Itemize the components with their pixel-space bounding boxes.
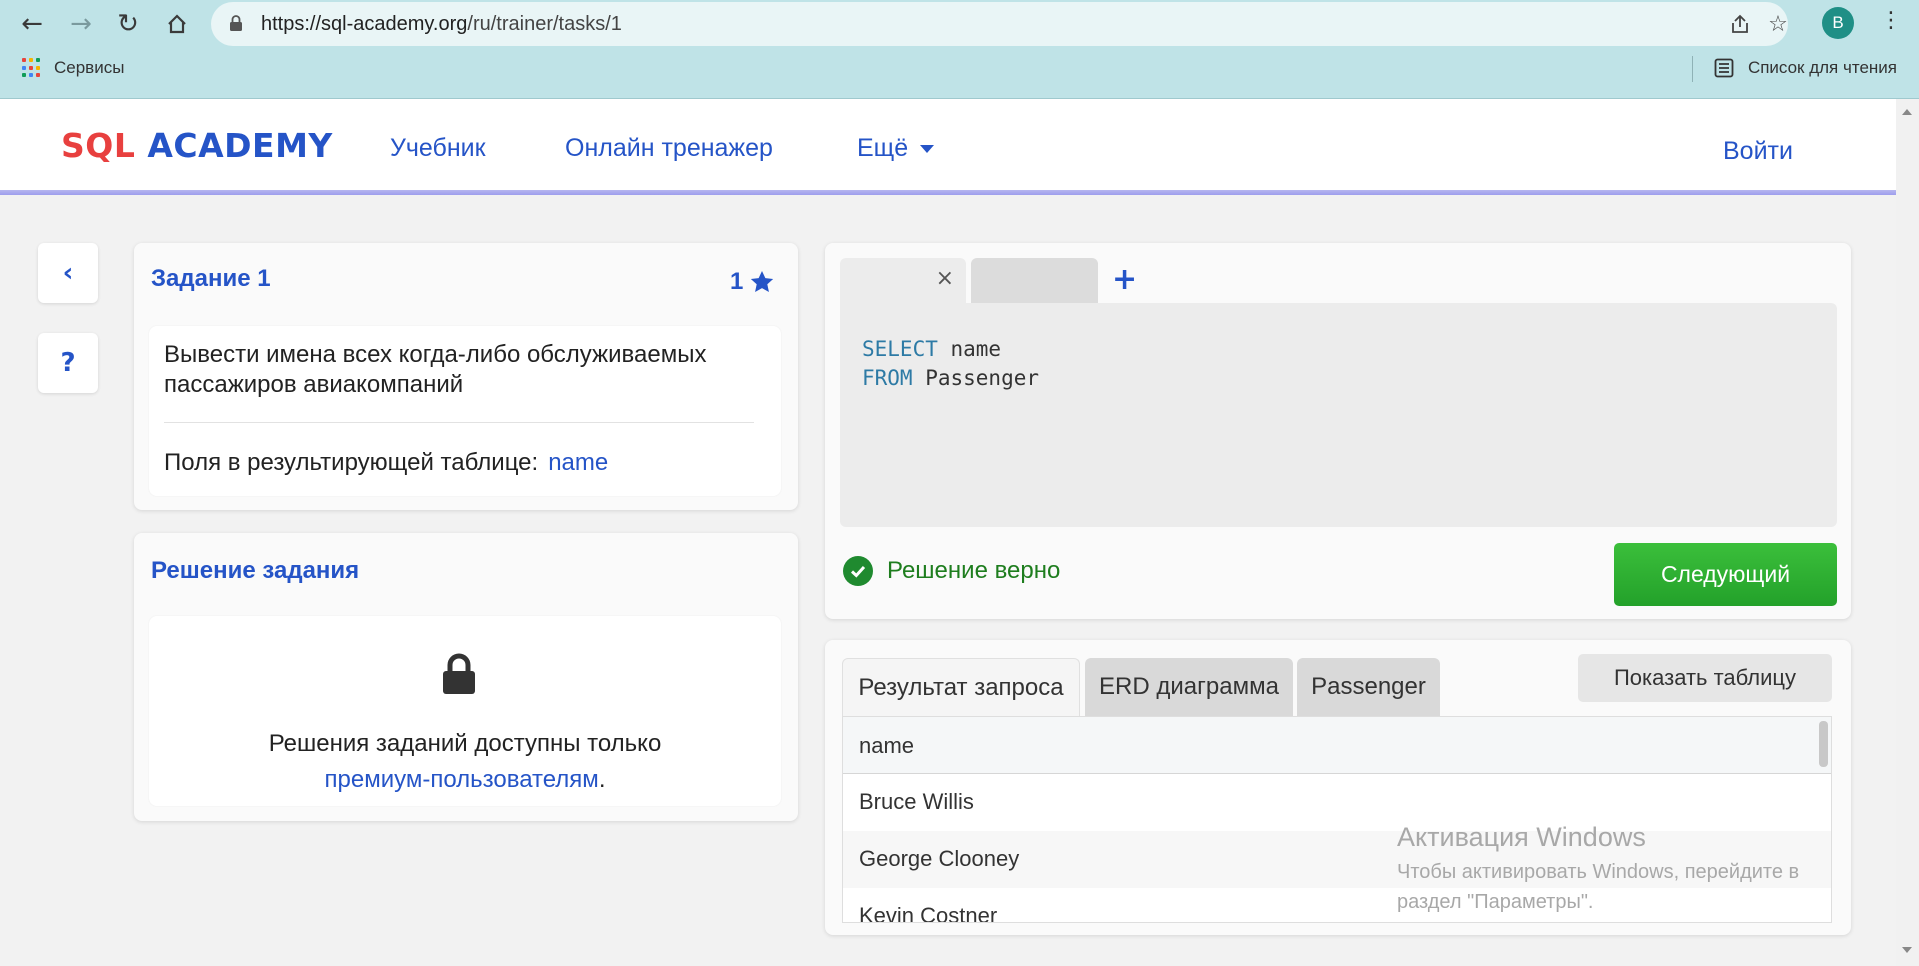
- login-link[interactable]: Войти: [1723, 137, 1793, 166]
- task-card: Задание 1 Вывести имена всех когда-либо …: [134, 243, 798, 510]
- url-text[interactable]: https://sql-academy.org/ru/trainer/tasks…: [261, 13, 622, 36]
- forward-icon[interactable]: →: [64, 7, 98, 41]
- solution-body: Решения заданий доступны только премиум-…: [149, 616, 781, 806]
- task-rating: 1: [730, 268, 775, 296]
- page-scrollbar[interactable]: [1896, 99, 1919, 966]
- watermark-line-2: раздел "Параметры".: [1397, 891, 1594, 913]
- scroll-up-icon[interactable]: [1902, 109, 1912, 115]
- rating-value: 1: [730, 268, 744, 295]
- premium-link[interactable]: премиум-пользователям: [325, 766, 599, 793]
- bookmark-divider: [1692, 56, 1693, 82]
- tab-query-result[interactable]: Результат запроса: [842, 658, 1080, 716]
- premium-notice-text: Решения заданий доступны только: [268, 730, 662, 757]
- task-field-name: name: [548, 449, 609, 476]
- close-icon[interactable]: ×: [936, 266, 954, 291]
- task-title: Задание 1: [151, 265, 271, 292]
- home-icon[interactable]: [160, 7, 194, 41]
- reading-list-icon: [1714, 58, 1734, 78]
- tab-passenger[interactable]: Passenger: [1297, 658, 1440, 716]
- column-header-name[interactable]: name: [843, 717, 1831, 774]
- solution-status: Решение верно: [843, 556, 1060, 586]
- task-fields-label: Поля в результирующей таблице:: [164, 449, 539, 476]
- question-icon: ?: [60, 348, 76, 378]
- bookmark-services[interactable]: Сервисы: [22, 58, 124, 78]
- editor-tab-2[interactable]: [971, 258, 1098, 303]
- help-button[interactable]: ?: [38, 333, 98, 393]
- reload-icon[interactable]: ↻: [111, 7, 145, 41]
- site-logo[interactable]: SQL ACADEMY: [61, 126, 333, 165]
- site-header: SQL ACADEMY Учебник Онлайн тренажер Ещё …: [0, 99, 1896, 195]
- caret-down-icon: [920, 145, 935, 154]
- premium-notice-period: .: [598, 766, 606, 793]
- task-description: Вывести имена всех когда-либо обслуживае…: [164, 341, 707, 398]
- nav-tutorial[interactable]: Учебник: [390, 134, 486, 163]
- next-button[interactable]: Следующий: [1614, 543, 1837, 606]
- task-fields: Поля в результирующей таблице: name: [164, 449, 608, 477]
- table-scrollbar[interactable]: [1819, 721, 1828, 767]
- chevron-left-icon: ‹: [62, 258, 74, 288]
- show-table-button[interactable]: Показать таблицу: [1578, 654, 1832, 702]
- sql-editor[interactable]: SELECT name FROM Passenger: [840, 303, 1837, 527]
- reading-list-button[interactable]: Список для чтения: [1714, 58, 1897, 78]
- padlock-icon: [443, 653, 475, 694]
- nav-trainer[interactable]: Онлайн тренажер: [565, 134, 773, 163]
- check-circle-icon: [843, 556, 873, 586]
- task-body: Вывести имена всех когда-либо обслуживае…: [149, 326, 781, 496]
- back-icon[interactable]: ←: [15, 7, 49, 41]
- nav-more-label: Ещё: [857, 134, 909, 162]
- browser-toolbar: ← → ↻ https://sql-academy.org/ru/trainer…: [0, 0, 1919, 99]
- share-icon[interactable]: [1726, 10, 1754, 38]
- watermark-line-1: Чтобы активировать Windows, перейдите в: [1397, 861, 1800, 883]
- solution-card: Решение задания Решения заданий доступны…: [134, 533, 798, 821]
- sql-code[interactable]: SELECT name FROM Passenger: [862, 335, 1039, 393]
- solution-title: Решение задания: [151, 557, 360, 584]
- header-underline: [0, 190, 1896, 195]
- profile-avatar[interactable]: В: [1822, 7, 1854, 39]
- star-icon: [751, 270, 774, 292]
- nav-more[interactable]: Ещё: [857, 134, 935, 163]
- back-button[interactable]: ‹: [38, 243, 98, 303]
- scroll-down-icon[interactable]: [1902, 947, 1912, 953]
- status-text: Решение верно: [887, 557, 1061, 584]
- menu-kebab-icon[interactable]: ⋮: [1880, 8, 1902, 33]
- bookmark-services-label: Сервисы: [54, 58, 125, 77]
- address-bar[interactable]: https://sql-academy.org/ru/trainer/tasks…: [211, 2, 1788, 46]
- editor-tab-1[interactable]: ×: [840, 258, 966, 303]
- premium-notice: Решения заданий доступны только премиум-…: [149, 726, 781, 798]
- watermark-title: Активация Windows: [1397, 822, 1646, 852]
- bookmark-star-icon[interactable]: ☆: [1764, 10, 1792, 38]
- apps-grid-icon: [22, 58, 42, 78]
- add-tab-icon[interactable]: +: [1112, 262, 1137, 297]
- task-divider: [164, 422, 754, 423]
- tab-erd-diagram[interactable]: ERD диаграмма: [1085, 658, 1293, 716]
- windows-activation-watermark: Активация Windows Чтобы активировать Win…: [1397, 822, 1799, 917]
- lock-icon[interactable]: [229, 15, 243, 31]
- reading-list-label: Список для чтения: [1747, 58, 1897, 77]
